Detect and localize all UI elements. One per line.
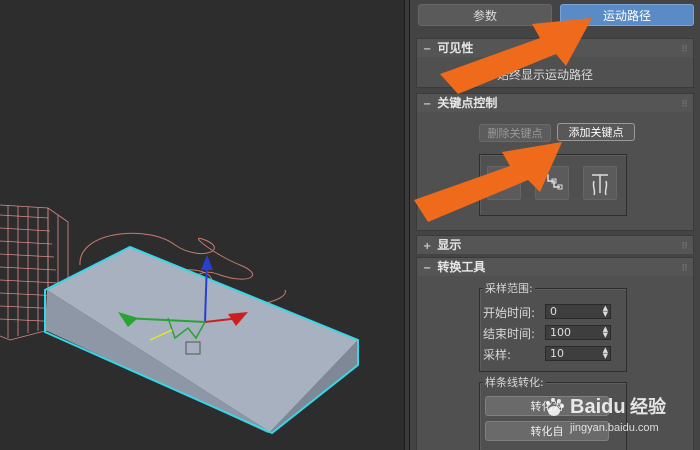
svg-text:经验: 经验 xyxy=(630,396,667,418)
paw-icon xyxy=(546,398,564,416)
arrow-icon xyxy=(414,142,562,222)
svg-text:Baidu: Baidu xyxy=(570,396,626,418)
arrow-icon xyxy=(440,18,592,94)
annotation-arrows xyxy=(414,18,592,222)
baidu-watermark: Baidu 经验 jingyan.baidu.com xyxy=(540,391,690,440)
watermark-logo: Baidu 经验 jingyan.baidu.com xyxy=(546,396,667,434)
svg-text:jingyan.baidu.com: jingyan.baidu.com xyxy=(569,422,659,434)
